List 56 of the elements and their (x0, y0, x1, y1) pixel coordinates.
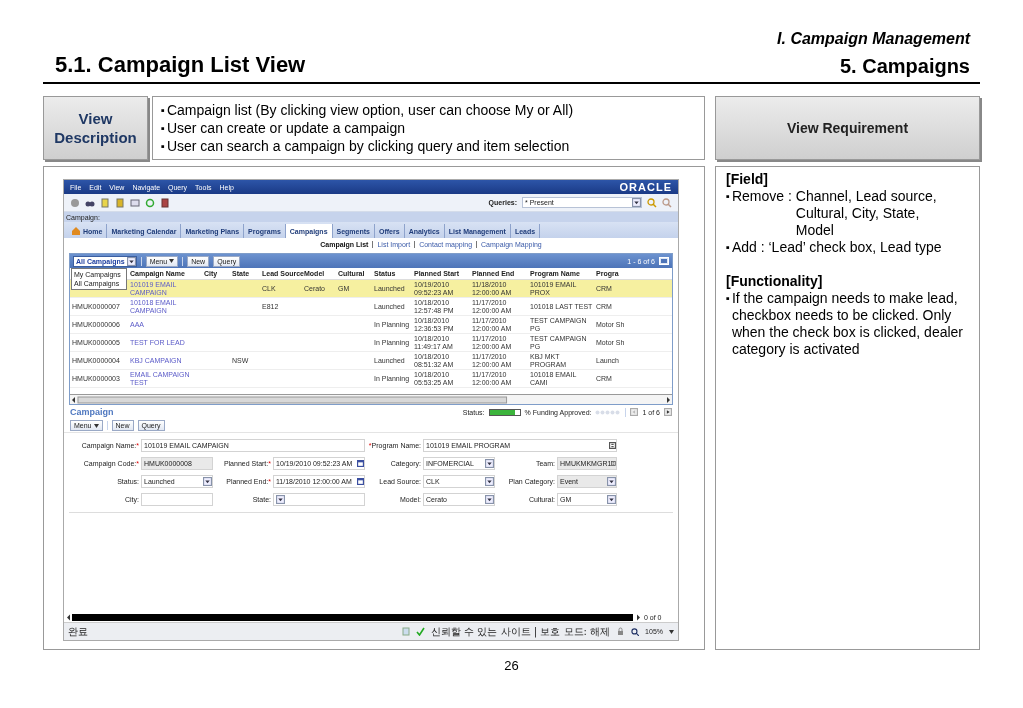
bullet-mark: ▪ (161, 139, 165, 154)
calendar-icon[interactable] (357, 478, 364, 485)
description-text: User can create or update a campaign (166, 119, 406, 137)
status-text: 완료 (68, 624, 88, 639)
dropdown-icon[interactable] (203, 477, 212, 486)
page-title: 5.1. Campaign List View (55, 52, 306, 78)
dropdown-icon[interactable] (607, 477, 616, 486)
dropdown-icon[interactable] (485, 459, 494, 468)
form-field[interactable] (141, 493, 213, 506)
caret-icon (669, 629, 674, 634)
dropdown-icon[interactable] (607, 495, 616, 504)
refresh-icon[interactable] (145, 197, 155, 208)
next-record-icon[interactable] (664, 408, 672, 416)
caret-icon (93, 423, 99, 428)
picker-icon[interactable] (611, 460, 616, 467)
bullet-mark: ▪ (161, 121, 165, 136)
requirement-heading: [Functionality] (726, 273, 824, 290)
description-text: Campaign list (By clicking view option, user can choose My or All) (166, 101, 574, 119)
requirement-text: Add : ‘Lead’ check box, Lead type (731, 239, 943, 256)
dropdown-icon[interactable] (276, 495, 285, 504)
form-title: Campaign (70, 407, 114, 417)
picker-icon[interactable] (609, 442, 616, 449)
security-zone-text: 신뢰할 수 있는 사이트 | 보호 모드: 해제 (431, 624, 611, 639)
oracle-logo: ORACLE (619, 181, 672, 193)
chapter-title: 5. Campaigns (839, 55, 970, 78)
requirement-text: If the campaign needs to make lead, checkbox needs to be clicked. Only when the check box is clicked, dealer category is activated (731, 290, 965, 358)
document-icon[interactable] (115, 197, 125, 208)
check-icon (416, 627, 426, 636)
calendar-icon[interactable] (357, 460, 364, 467)
page-icon (402, 627, 411, 636)
house-icon (72, 227, 80, 235)
requirement-text: Channel, Lead source, Cultural, City, State, Model (795, 188, 938, 239)
view-description-label: View Description (43, 96, 148, 160)
form-field[interactable] (273, 493, 365, 506)
caret-icon (169, 259, 175, 263)
funding-dots-icon (595, 409, 622, 415)
zoom-icon[interactable] (631, 627, 640, 636)
bullet-mark: ▪ (161, 103, 165, 118)
maximize-icon[interactable] (659, 257, 669, 265)
dropdown-icon[interactable] (126, 256, 136, 266)
dropdown-icon[interactable] (485, 477, 494, 486)
horizontal-scrollbar[interactable] (70, 395, 672, 404)
requirement-label: Remove : (731, 188, 792, 205)
lock-icon[interactable] (616, 627, 626, 636)
dropdown-icon[interactable] (485, 495, 494, 504)
requirement-heading: [Field] (726, 171, 769, 188)
section-title: I. Campaign Management (777, 30, 972, 48)
page-number: 26 (503, 658, 520, 673)
description-text: User can search a campaign by clicking query and item selection (166, 137, 570, 155)
bullet-mark: ▪ (726, 291, 730, 306)
document-icon[interactable] (100, 197, 110, 208)
view-requirement-label: View Requirement (715, 96, 980, 160)
horizontal-scrollbar[interactable] (66, 613, 641, 621)
dropdown-icon[interactable] (632, 198, 641, 207)
bullet-mark: ▪ (726, 189, 730, 204)
bullet-mark: ▪ (726, 240, 730, 255)
